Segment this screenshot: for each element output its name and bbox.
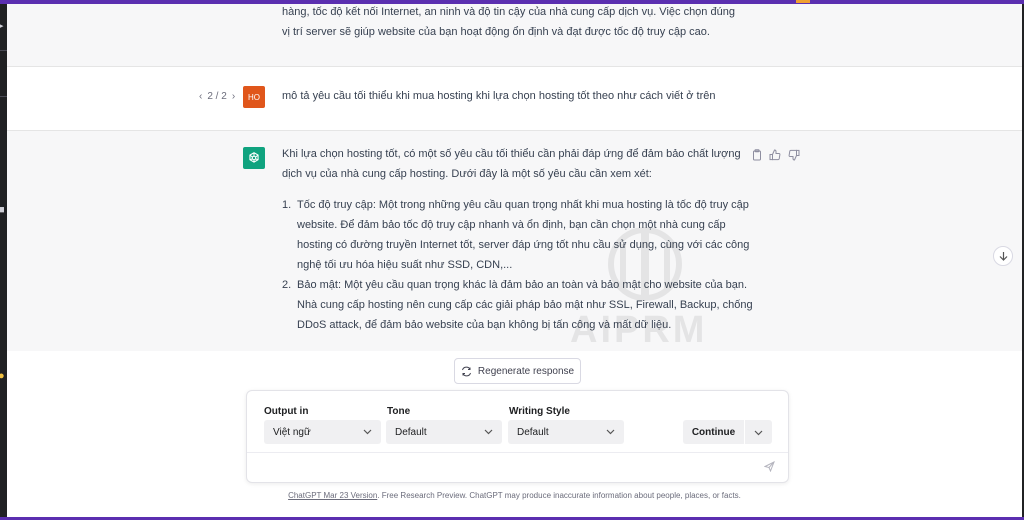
- sidebar-edge: ▸ ■ ●: [0, 4, 7, 517]
- prompt-input[interactable]: [257, 456, 757, 478]
- writing-style-label: Writing Style: [509, 406, 570, 417]
- conversation-area: hàng, tốc độ kết nối Internet, an ninh v…: [7, 4, 1022, 351]
- writing-style-value: Default: [517, 426, 549, 438]
- composer-area: Regenerate response Output in Việt ngữ T…: [7, 351, 1022, 517]
- output-in-select[interactable]: Việt ngữ: [264, 420, 381, 444]
- regenerate-label: Regenerate response: [477, 365, 575, 377]
- chevron-down-icon: [606, 429, 615, 435]
- avatar: HO: [243, 86, 265, 108]
- panel-divider: [247, 452, 788, 453]
- requirement-list: 1. Tốc độ truy cập: Một trong những yêu …: [282, 195, 757, 335]
- send-icon[interactable]: [763, 459, 775, 477]
- scroll-down-button[interactable]: [993, 246, 1013, 266]
- footer-disclaimer: ChatGPT Mar 23 Version. Free Research Pr…: [7, 491, 1022, 500]
- sidebar-divider: [0, 96, 7, 97]
- list-item-number: 1.: [282, 199, 292, 211]
- chevron-down-icon: [363, 429, 372, 435]
- chevron-left-icon[interactable]: ‹: [199, 91, 202, 102]
- copy-icon[interactable]: [751, 149, 762, 161]
- chevron-down-icon: [484, 429, 493, 435]
- trash-icon[interactable]: ■: [0, 204, 7, 216]
- arrow-down-icon: [999, 252, 1007, 261]
- output-in-label: Output in: [264, 406, 309, 417]
- chevron-down-icon: [754, 430, 763, 435]
- refresh-icon: [461, 366, 471, 376]
- version-link[interactable]: ChatGPT Mar 23 Version: [288, 491, 377, 500]
- ai-response-content: Khi lựa chọn hosting tốt, có một số yêu …: [282, 144, 757, 335]
- ai-response: Khi lựa chọn hosting tốt, có một số yêu …: [7, 131, 1022, 351]
- top-badge: [796, 0, 810, 3]
- regenerate-button[interactable]: Regenerate response: [454, 358, 581, 384]
- pager-label: 2 / 2: [207, 91, 227, 102]
- response-pager: ‹ 2 / 2 ›: [199, 91, 235, 102]
- sidebar-edge-icon[interactable]: ▸: [0, 20, 7, 32]
- footer-text: . Free Research Preview. ChatGPT may pro…: [377, 491, 741, 500]
- output-in-value: Việt ngữ: [273, 426, 311, 438]
- openai-logo-icon: [243, 147, 265, 169]
- sidebar-divider: [0, 50, 7, 51]
- chevron-right-icon[interactable]: ›: [232, 91, 235, 102]
- highlight-icon[interactable]: ●: [0, 370, 7, 382]
- tone-select[interactable]: Default: [386, 420, 502, 444]
- continue-options-button[interactable]: [745, 420, 772, 444]
- thumbs-down-icon[interactable]: [788, 149, 800, 161]
- previous-response-line: vị trí server sẽ giúp website của bạn ho…: [282, 26, 710, 38]
- continue-button[interactable]: Continue: [683, 420, 744, 444]
- ai-response-intro: Khi lựa chọn hosting tốt, có một số yêu …: [282, 148, 741, 180]
- writing-style-select[interactable]: Default: [508, 420, 624, 444]
- list-item: 1. Tốc độ truy cập: Một trong những yêu …: [282, 195, 757, 275]
- prompt-panel: Output in Việt ngữ Tone Default Writing …: [246, 390, 789, 483]
- user-message: ‹ 2 / 2 › HO mô tả yêu cầu tối thiểu khi…: [7, 67, 1022, 131]
- list-item-text: Tốc độ truy cập: Một trong những yêu cầu…: [297, 199, 750, 271]
- tone-value: Default: [395, 426, 427, 438]
- thumbs-up-icon[interactable]: [769, 149, 781, 161]
- previous-response: hàng, tốc độ kết nối Internet, an ninh v…: [7, 4, 1022, 67]
- list-item-text: Bảo mật: Một yêu cầu quan trọng khác là …: [297, 279, 753, 331]
- list-item: 2. Bảo mật: Một yêu cầu quan trọng khác …: [282, 275, 757, 335]
- list-item-number: 2.: [282, 279, 292, 291]
- response-actions: [751, 149, 800, 161]
- tone-label: Tone: [387, 406, 411, 417]
- previous-response-line: hàng, tốc độ kết nối Internet, an ninh v…: [282, 6, 735, 18]
- user-message-text: mô tả yêu cầu tối thiểu khi mua hosting …: [282, 90, 716, 102]
